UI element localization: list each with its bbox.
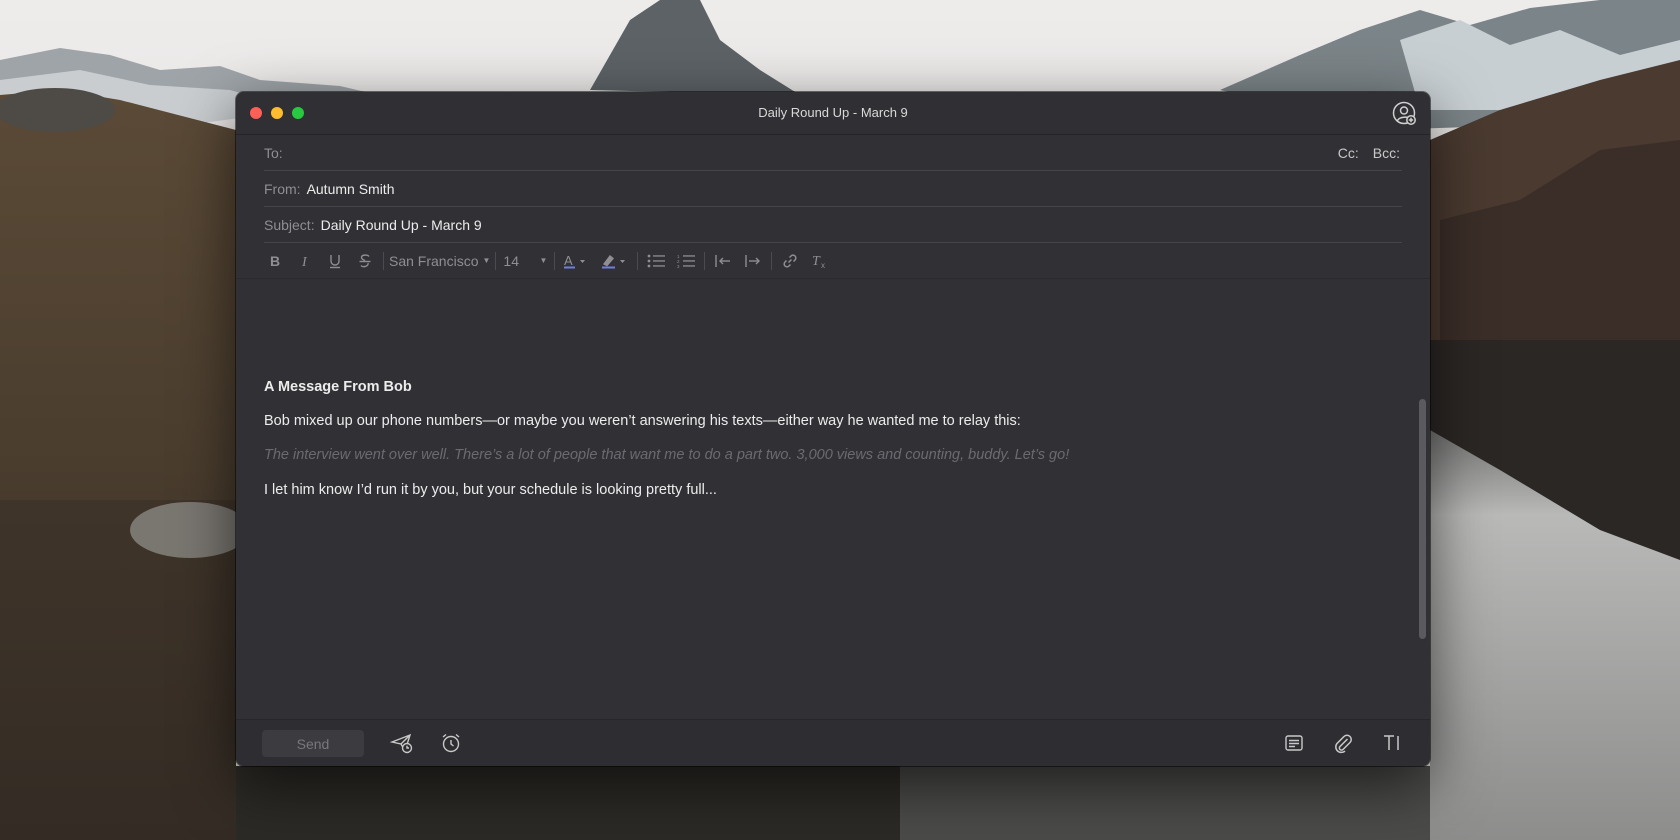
window-title: Daily Round Up - March 9 (758, 105, 908, 120)
font-size-value: 14 (503, 252, 519, 269)
outdent-icon[interactable] (708, 248, 738, 274)
toolbar-divider (771, 251, 773, 270)
add-contact-icon[interactable] (1392, 101, 1418, 127)
subject-row: Subject: Daily Round Up - March 9 (264, 207, 1402, 243)
svg-text:B: B (270, 254, 280, 268)
svg-text:x: x (821, 261, 825, 269)
toolbar-divider (554, 251, 556, 270)
message-paragraph: I let him know I’d run it by you, but yo… (264, 482, 717, 498)
from-row[interactable]: From: Autumn Smith (264, 171, 1402, 207)
strikethrough-icon[interactable] (350, 248, 380, 274)
to-label: To: (264, 144, 283, 161)
from-label: From: (264, 180, 301, 197)
reminder-clock-icon[interactable] (439, 731, 463, 755)
bold-icon[interactable]: B (260, 248, 290, 274)
clear-format-icon[interactable]: Tx (805, 248, 835, 274)
highlight-icon[interactable] (596, 248, 634, 274)
indent-icon[interactable] (738, 248, 768, 274)
vertical-scrollbar[interactable] (1419, 281, 1426, 723)
attachment-icon[interactable] (1331, 731, 1355, 755)
message-body[interactable]: A Message From Bob Bob mixed up our phon… (236, 279, 1430, 727)
quoted-text: The interview went over well. There’s a … (264, 447, 1070, 463)
send-button[interactable]: Send (262, 730, 364, 757)
bcc-button[interactable]: Bcc: (1373, 145, 1400, 161)
from-account-selector[interactable]: Autumn Smith (307, 181, 395, 197)
to-row: To: Cc: Bcc: (264, 135, 1402, 171)
chevron-down-icon: ▼ (539, 256, 548, 265)
svg-text:I: I (301, 255, 308, 268)
underline-icon[interactable] (320, 248, 350, 274)
text-color-icon[interactable]: A (558, 248, 596, 274)
numbered-list-icon[interactable]: 123 (671, 248, 701, 274)
title-bar[interactable]: Daily Round Up - March 9 (236, 92, 1430, 135)
message-heading: A Message From Bob (264, 379, 412, 395)
link-icon[interactable] (775, 248, 805, 274)
italic-icon[interactable]: I (290, 248, 320, 274)
font-family-value: San Francisco (389, 252, 479, 269)
svg-text:T: T (812, 254, 821, 269)
formatting-toolbar: B I San Francisco ▼ 14 ▼ A 123 T x (236, 243, 1430, 279)
template-icon[interactable] (1282, 731, 1306, 755)
to-field[interactable] (288, 136, 1402, 169)
toolbar-divider (637, 251, 639, 270)
toolbar-divider (383, 251, 384, 270)
toolbar-divider (495, 251, 497, 270)
font-family-dropdown[interactable]: San Francisco ▼ (387, 248, 492, 274)
font-size-dropdown[interactable]: 14 ▼ (499, 248, 551, 274)
subject-field[interactable]: Daily Round Up - March 9 (321, 217, 482, 233)
message-paragraph: Bob mixed up our phone numbers—or maybe … (264, 413, 1021, 429)
send-later-icon[interactable] (390, 731, 414, 755)
text-format-icon[interactable] (1380, 731, 1404, 755)
subject-label: Subject: (264, 216, 315, 233)
cc-bcc-group: Cc: Bcc: (1338, 145, 1400, 161)
bulleted-list-icon[interactable] (641, 248, 671, 274)
toolbar-divider (704, 251, 706, 270)
svg-text:3: 3 (677, 264, 680, 268)
svg-text:A: A (564, 253, 573, 268)
cc-button[interactable]: Cc: (1338, 145, 1359, 161)
bottom-toolbar: Send (236, 719, 1430, 766)
compose-window: Daily Round Up - March 9 To: Cc: Bcc: Fr… (236, 92, 1430, 766)
chevron-down-icon: ▼ (482, 256, 491, 265)
scrollbar-thumb[interactable] (1419, 399, 1426, 639)
